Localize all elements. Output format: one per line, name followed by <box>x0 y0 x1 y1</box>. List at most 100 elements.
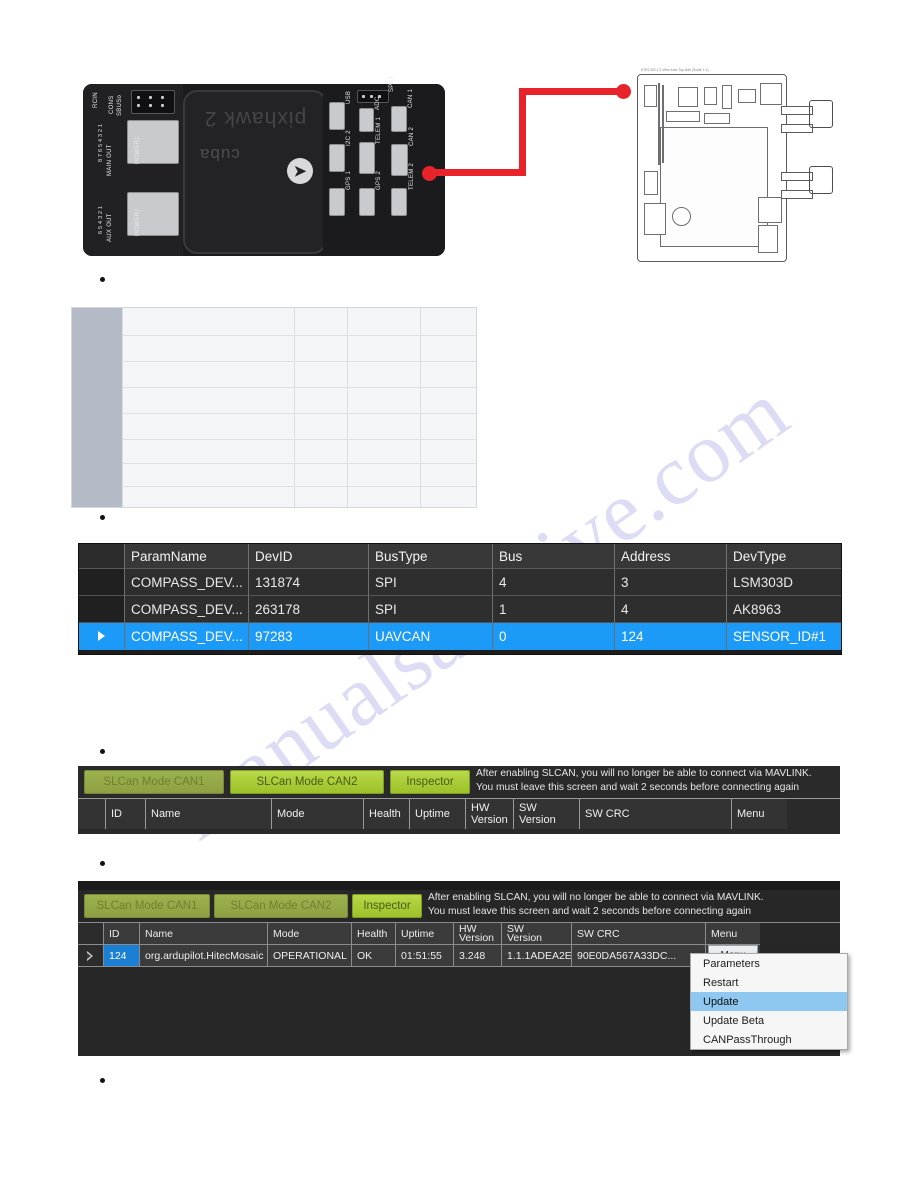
col-header-paramname[interactable]: ParamName <box>125 544 249 569</box>
antenna-connector-2 <box>809 166 833 194</box>
gnss-round-pad <box>672 207 691 226</box>
pins-aux-out: 6 5 4 3 2 1 <box>98 205 104 234</box>
hw-version-line1: HW <box>471 802 490 814</box>
cell-sw-version[interactable]: 1.1.1ADEA2E7 <box>502 945 572 967</box>
col-header-hw-version[interactable]: HW Version <box>466 799 514 829</box>
cell-devtype[interactable]: AK8963 <box>727 596 841 623</box>
row-gutter-selected[interactable] <box>79 623 125 650</box>
col-header-devid[interactable]: DevID <box>249 544 369 569</box>
proficnc-logo-icon: ➤ <box>287 158 313 184</box>
cell-uptime[interactable]: 01:51:55 <box>396 945 454 967</box>
col-header-sw-crc[interactable]: SW CRC <box>580 799 732 829</box>
col-header-mode[interactable]: Mode <box>268 923 352 945</box>
col-header-hw-version[interactable]: HW Version <box>454 923 502 945</box>
col-header-sw-crc[interactable]: SW CRC <box>572 923 706 945</box>
slcan-mode-can1-button[interactable]: SLCan Mode CAN1 <box>84 770 224 794</box>
cell-address[interactable]: 4 <box>615 596 727 623</box>
gnss-connector-usb <box>644 203 666 235</box>
slcan-mode-can1-button[interactable]: SLCan Mode CAN1 <box>84 894 210 918</box>
current-row-arrow-icon <box>87 950 94 961</box>
cell-address[interactable]: 3 <box>615 569 727 596</box>
can2-port[interactable] <box>391 144 408 176</box>
cell-paramname[interactable]: COMPASS_DEV... <box>125 569 249 596</box>
cell-mode[interactable]: OPERATIONAL <box>268 945 352 967</box>
col-header-menu[interactable]: Menu <box>732 799 787 829</box>
cell-devid[interactable]: 263178 <box>249 596 369 623</box>
cell-devtype[interactable]: SENSOR_ID#1 <box>727 623 841 650</box>
cube-module: pixhawk 2 cuba ➤ <box>183 90 327 254</box>
col-header-id[interactable]: ID <box>104 923 140 945</box>
col-header-sw-version[interactable]: SW Version <box>502 923 572 945</box>
col-header-uptime[interactable]: Uptime <box>410 799 466 829</box>
col-header-menu[interactable]: Menu <box>706 923 760 945</box>
menu-item-update[interactable]: Update <box>691 992 847 1011</box>
label-can2: CAN 2 <box>409 126 415 146</box>
sw-version-line1: SW <box>519 802 537 814</box>
i2c2-port <box>329 144 345 172</box>
col-header-uptime[interactable]: Uptime <box>396 923 454 945</box>
cell-bus[interactable]: 4 <box>493 569 615 596</box>
col-header-gutter <box>78 799 106 829</box>
table-row[interactable]: COMPASS_DEV... 131874 SPI 4 3 LSM303D <box>79 569 841 596</box>
slcan-mode-can2-button[interactable]: SLCan Mode CAN2 <box>214 894 348 918</box>
cell-devid[interactable]: 131874 <box>249 569 369 596</box>
col-header-gutter <box>78 923 104 945</box>
col-header-name[interactable]: Name <box>140 923 268 945</box>
document-page: RCIN CONS SBUSo 8 7 6 5 4 3 2 1 MAIN OUT… <box>0 0 918 1188</box>
row-gutter[interactable] <box>79 596 125 623</box>
cell-bus[interactable]: 1 <box>493 596 615 623</box>
col-header-address[interactable]: Address <box>615 544 727 569</box>
col-header-id[interactable]: ID <box>106 799 146 829</box>
col-header-bustype[interactable]: BusType <box>369 544 493 569</box>
inspector-button[interactable]: Inspector <box>390 770 470 794</box>
inspector-button[interactable]: Inspector <box>352 894 422 918</box>
cell-node-name[interactable]: org.ardupilot.HitecMosaic <box>140 945 268 967</box>
table-row[interactable]: COMPASS_DEV... 263178 SPI 1 4 AK8963 <box>79 596 841 623</box>
cell-devid[interactable]: 97283 <box>249 623 369 650</box>
bullet-marker-2 <box>100 515 105 520</box>
slcan-notice: After enabling SLCAN, you will no longer… <box>476 767 836 794</box>
label-spkt: SPKT <box>389 75 395 92</box>
col-header-mode[interactable]: Mode <box>272 799 364 829</box>
col-header-name[interactable]: Name <box>146 799 272 829</box>
gnss-crystal <box>666 111 700 122</box>
col-header-sw-version[interactable]: SW Version <box>514 799 580 829</box>
cell-bustype[interactable]: SPI <box>369 596 493 623</box>
table-row-selected[interactable]: COMPASS_DEV... 97283 UAVCAN 0 124 SENSOR… <box>79 623 841 650</box>
figure-param-table: ParamName DevID BusType Bus Address DevT… <box>78 543 842 655</box>
col-header-health[interactable]: Health <box>352 923 396 945</box>
figure-slcan-panel-with-menu: SLCan Mode CAN1 SLCan Mode CAN2 Inspecto… <box>78 881 848 1056</box>
row-gutter[interactable] <box>79 569 125 596</box>
bullet-marker-4 <box>100 861 105 866</box>
menu-item-parameters[interactable]: Parameters <box>691 954 847 973</box>
menu-item-update-beta[interactable]: Update Beta <box>691 1011 847 1030</box>
gnss-comp-4 <box>722 85 732 109</box>
cell-bustype[interactable]: SPI <box>369 569 493 596</box>
col-header-devtype[interactable]: DevType <box>727 544 841 569</box>
gnss-pin-header-left2 <box>662 85 664 163</box>
cell-address[interactable]: 124 <box>615 623 727 650</box>
cell-bustype[interactable]: UAVCAN <box>369 623 493 650</box>
cell-sw-crc[interactable]: 90E0DA567A33DC... <box>572 945 706 967</box>
cell-paramname[interactable]: COMPASS_DEV... <box>125 596 249 623</box>
brand-pixhawk2: pixhawk 2 <box>203 107 307 130</box>
label-i2c2: I2C 2 <box>346 130 352 146</box>
slcan-toolbar-2: SLCan Mode CAN1 SLCan Mode CAN2 Inspecto… <box>78 890 840 922</box>
row-gutter[interactable] <box>78 945 104 967</box>
cell-bus[interactable]: 0 <box>493 623 615 650</box>
col-header-bus[interactable]: Bus <box>493 544 615 569</box>
wire-segment-vertical <box>519 88 526 176</box>
cell-devtype[interactable]: LSM303D <box>727 569 841 596</box>
console-header <box>131 90 175 114</box>
can1-port <box>391 106 407 132</box>
menu-item-canpassthrough[interactable]: CANPassThrough <box>691 1030 847 1049</box>
wire-endpoint-gnss <box>616 84 631 99</box>
cell-node-id[interactable]: 124 <box>104 945 140 967</box>
gnss-receiver-board: HTEC M2.1.0 View from Top side (Scale 1:… <box>605 62 845 274</box>
slcan-mode-can2-button[interactable]: SLCan Mode CAN2 <box>230 770 384 794</box>
menu-item-restart[interactable]: Restart <box>691 973 847 992</box>
cell-hw-version[interactable]: 3.248 <box>454 945 502 967</box>
cell-paramname[interactable]: COMPASS_DEV... <box>125 623 249 650</box>
col-header-health[interactable]: Health <box>364 799 410 829</box>
cell-health[interactable]: OK <box>352 945 396 967</box>
